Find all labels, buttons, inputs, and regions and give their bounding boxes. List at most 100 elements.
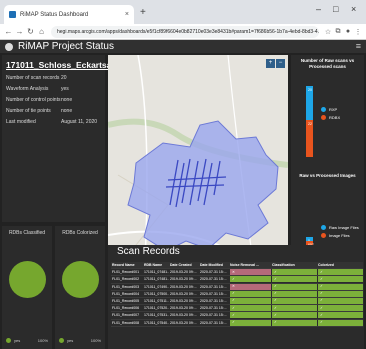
close-tab-icon[interactable]: × <box>125 11 129 18</box>
column-header[interactable]: Record Name <box>111 262 143 268</box>
table-cell: ✓ <box>229 276 271 283</box>
status-ok-icon: ✓ <box>272 290 317 297</box>
table-cell: ✓ <box>271 269 317 276</box>
table-cell: ✕ <box>229 283 271 290</box>
record-field: Number of scan records 20 <box>2 75 105 81</box>
column-header[interactable]: RDB Name <box>143 262 169 268</box>
status-ok-icon: ✓ <box>272 283 317 290</box>
legend-label: Image Files <box>329 233 350 238</box>
field-value: 20 <box>61 75 67 81</box>
more-icon[interactable]: ⋮ <box>353 28 363 36</box>
legend-dot <box>6 338 11 343</box>
status-ok-icon: ✓ <box>230 305 271 312</box>
table-row[interactable]: FL01_Record001 171011_07481... 2019-03-20 … <box>111 269 363 277</box>
zoom-in-button[interactable]: + <box>266 59 275 68</box>
table-cell: FL01_Record004 <box>112 291 140 296</box>
table-cell: 171011_07481... <box>144 270 169 275</box>
legend-item[interactable]: RXP <box>321 107 337 112</box>
table-cell: 2019-03-20 09:... <box>170 298 197 303</box>
column-header[interactable]: Date Created <box>169 262 199 268</box>
table-cell: ✓ <box>271 290 317 297</box>
status-ok-icon: ✓ <box>318 305 363 312</box>
profile-icon[interactable]: ● <box>343 28 353 35</box>
bar-value-label: 22 <box>308 122 312 126</box>
table-row[interactable]: FL01_Record008 171011_07540... 2019-03-20 … <box>111 319 363 327</box>
table-row[interactable]: FL01_Record003 171011_07490... 2019-03-20 … <box>111 283 363 291</box>
field-label: Last modified <box>6 119 36 125</box>
legend-item[interactable]: Image Files <box>321 233 350 238</box>
table-cell: ✓ <box>317 269 363 276</box>
table-row[interactable]: FL01_Record007 171011_07531... 2019-03-20 … <box>111 312 363 320</box>
pie-title-colorized: RDBs Colorized <box>62 230 98 236</box>
bar-value-label: 20 <box>308 88 312 93</box>
table-cell: ✓ <box>271 312 317 319</box>
menu-icon[interactable]: ≡ <box>356 41 361 51</box>
pie-colorized[interactable] <box>62 261 99 298</box>
table-cell: ✓ <box>317 290 363 297</box>
rdbs-classified-panel: RDBs Classified yes 100% <box>2 226 52 349</box>
table-cell: ✓ <box>229 319 271 326</box>
zoom-out-button[interactable]: − <box>276 59 285 68</box>
table-cell: 2019-03-20 09:... <box>170 320 197 325</box>
table-cell: 171011_07481... <box>144 277 169 282</box>
legend-dot <box>321 233 326 238</box>
table-cell: 2020-07-31 15:... <box>200 298 227 303</box>
table-cell: ✓ <box>271 297 317 304</box>
status-ok-icon: ✓ <box>272 276 317 283</box>
column-header[interactable]: Noise Removal ... <box>229 262 271 268</box>
reload-icon[interactable]: ↻ <box>25 27 36 36</box>
table-cell: 2020-07-31 15:... <box>200 277 227 282</box>
raw-vs-processed-title: Number of Raw scans vs Processed scans <box>300 58 355 69</box>
dashboard: RiMAP Project Status ≡ 171011_Schloss_Ec… <box>0 40 366 349</box>
minimize-button[interactable]: – <box>316 4 321 14</box>
legend-label: Raw Image Files <box>329 225 359 230</box>
table-cell: 2019-03-20 09:... <box>170 306 197 311</box>
record-field: Last modified August 11, 2020 <box>2 119 105 125</box>
pie-classified[interactable] <box>9 261 46 298</box>
legend-dot <box>321 107 326 112</box>
forward-icon[interactable]: → <box>14 27 25 36</box>
maximize-button[interactable]: □ <box>333 4 338 14</box>
table-row[interactable]: FL01_Record002 171011_07481... 2019-03-20 … <box>111 276 363 284</box>
table-cell: FL01_Record001 <box>112 270 140 275</box>
window-close-button[interactable]: × <box>351 4 356 14</box>
status-ok-icon: ✓ <box>318 269 363 276</box>
table-cell: ✓ <box>229 305 271 312</box>
table-cell: 2020-07-31 15:... <box>200 306 227 311</box>
table-cell: ✓ <box>317 276 363 283</box>
tab-title: RiMAP Status Dashboard <box>20 11 89 18</box>
table-cell: FL01_Record008 <box>112 320 140 325</box>
favicon-icon <box>9 11 16 18</box>
home-icon[interactable]: ⌂ <box>36 27 47 36</box>
scan-records-title: Scan Records <box>117 246 180 257</box>
extensions-icon[interactable]: ⧉ <box>333 28 343 36</box>
table-cell: 171011_07540... <box>144 320 169 325</box>
table-cell: 2019-03-20 09:... <box>170 291 197 296</box>
browser-tab[interactable]: RiMAP Status Dashboard × <box>4 5 134 24</box>
back-icon[interactable]: ← <box>3 27 14 36</box>
new-tab-button[interactable]: + <box>140 7 146 18</box>
field-value: none <box>61 108 73 114</box>
table-cell: ✓ <box>229 290 271 297</box>
table-cell: FL01_Record006 <box>112 306 140 311</box>
legend-item[interactable]: RDBX <box>321 115 340 120</box>
status-ok-icon: ✓ <box>272 269 317 276</box>
table-cell: ✓ <box>229 312 271 319</box>
table-cell: ✕ <box>229 269 271 276</box>
legend-item[interactable]: Raw Image Files <box>321 225 359 230</box>
pie-legend-colorized: yes 100% <box>59 338 101 343</box>
table-cell: ✓ <box>317 297 363 304</box>
table-cell: FL01_Record007 <box>112 313 140 318</box>
url-input[interactable]: hegi.maps.arcgis.com/apps/dashboards/e5f… <box>51 25 319 38</box>
column-header[interactable]: Colorized <box>317 262 363 268</box>
column-header[interactable]: Classification <box>271 262 317 268</box>
field-label: Number of scan records <box>6 75 60 81</box>
column-header[interactable]: Date Modified <box>199 262 229 268</box>
scan-records-table: Record Name RDB Name Date Created Date Modi… <box>111 262 363 327</box>
table-row[interactable]: FL01_Record005 171011_07511... 2019-03-20 … <box>111 297 363 306</box>
star-icon[interactable]: ☆ <box>323 28 333 36</box>
table-row[interactable]: FL01_Record006 171011_07520... 2019-03-20 … <box>111 305 363 313</box>
table-cell: FL01_Record002 <box>112 277 140 282</box>
status-ok-icon: ✓ <box>318 297 363 304</box>
table-row[interactable]: FL01_Record004 171011_07500... 2019-03-20 … <box>111 290 363 298</box>
